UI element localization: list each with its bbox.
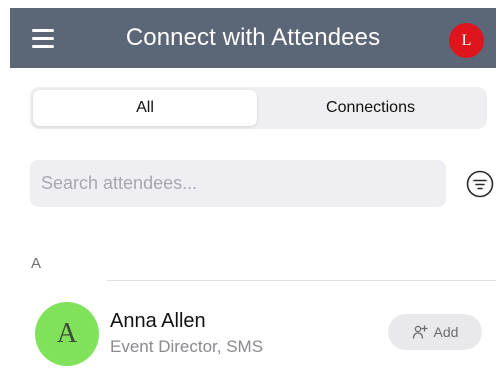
tab-all[interactable]: All — [33, 90, 257, 126]
attendee-role: Event Director, SMS — [110, 337, 264, 356]
status-strip — [0, 0, 496, 8]
page-title: Connect with Attendees — [125, 24, 381, 51]
add-button[interactable]: Add — [388, 314, 482, 350]
section-header: A — [31, 255, 42, 272]
add-person-icon — [412, 325, 428, 339]
avatar: A — [35, 302, 99, 366]
profile-avatar[interactable]: L — [449, 23, 484, 58]
search-input[interactable] — [30, 160, 446, 207]
filter-icon[interactable] — [466, 170, 494, 198]
attendee-row[interactable]: A Anna Allen Event Director, SMS Add — [0, 290, 496, 379]
segmented-control: All Connections — [30, 87, 487, 129]
attendee-name: Anna Allen — [110, 310, 206, 332]
tab-connections[interactable]: Connections — [257, 90, 484, 126]
app-header: Connect with Attendees L — [10, 8, 496, 68]
divider — [107, 280, 496, 281]
add-button-label: Add — [433, 324, 459, 340]
